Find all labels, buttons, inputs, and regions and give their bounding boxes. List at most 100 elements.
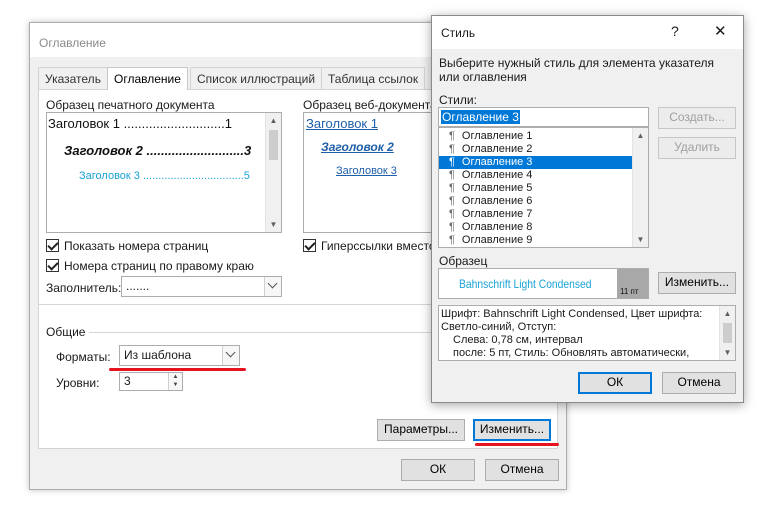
chevron-down-icon [225, 347, 236, 358]
style-list-item-label: Оглавление 5 [461, 182, 533, 194]
levels-value: 3 [124, 374, 131, 388]
levels-stepper[interactable]: ▲ ▼ [168, 373, 182, 390]
style-list-item[interactable]: ¶ Оглавление 9 [439, 234, 632, 247]
preview-label: Образец [439, 254, 488, 268]
description-line-4: после: 5 пт, Стиль: Обновлять автоматиче… [453, 347, 690, 359]
style-list-item[interactable]: ¶ Оглавление 5 [439, 182, 632, 195]
general-label: Общие [46, 325, 86, 339]
red-annotation-modify [475, 443, 559, 446]
tab-leader-select[interactable]: ....... [121, 276, 282, 297]
style-description: Шрифт: Bahnschrift Light Condensed, Цвет… [438, 305, 736, 361]
tab-leader-dropdown[interactable] [264, 277, 281, 296]
preview-heading-2: Заголовок 2 ...........................3 [64, 143, 252, 158]
styles-label: Стили: [439, 93, 477, 107]
tab-leader-value: ....... [126, 279, 150, 293]
style-instruction: Выберите нужный стиль для элемента указа… [439, 56, 715, 84]
pilcrow-icon: ¶ [449, 156, 455, 168]
formats-label: Форматы: [56, 350, 111, 364]
style-list-item-label: Оглавление 6 [461, 195, 533, 207]
levels-spinner[interactable]: 3 ▲ ▼ [119, 372, 183, 391]
create-style-button[interactable]: Создать... [658, 107, 736, 129]
pilcrow-icon: ¶ [449, 195, 455, 207]
tab-figures[interactable]: Список иллюстраций [190, 67, 323, 89]
scroll-down-icon[interactable]: ▼ [633, 232, 648, 247]
formats-dropdown[interactable] [222, 346, 239, 365]
preview-heading-1: Заголовок 1 ............................… [48, 116, 232, 131]
scroll-down-icon[interactable]: ▼ [266, 217, 281, 232]
styles-scrollbar[interactable]: ▲ ▼ [632, 128, 648, 247]
style-list-item[interactable]: ¶ Оглавление 2 [439, 143, 632, 156]
style-list-item[interactable]: ¶ Оглавление 1 [439, 130, 632, 143]
modify-button[interactable]: Изменить... [473, 419, 551, 441]
style-ok-button[interactable]: ОК [578, 372, 652, 394]
style-list-item-label: Оглавление 3 [461, 156, 533, 168]
tab-authorities[interactable]: Таблица ссылок [321, 67, 426, 89]
tab-toc[interactable]: Оглавление [107, 67, 188, 90]
style-dialog-title: Стиль [441, 26, 476, 40]
chevron-down-icon [267, 278, 278, 289]
web-heading-2[interactable]: Заголовок 2 [321, 140, 394, 154]
style-titlebar: Стиль ? ✕ [432, 16, 743, 49]
style-name-input[interactable]: Оглавление 3 [438, 107, 649, 127]
style-modify-button[interactable]: Изменить... [658, 272, 736, 294]
styles-list-items: ¶ Оглавление 1 ¶ Оглавление 2 ¶ Оглавление 3 ¶… [439, 130, 632, 247]
style-list-item[interactable]: ¶ Оглавление 7 [439, 208, 632, 221]
close-icon[interactable]: ✕ [714, 22, 727, 40]
cancel-button[interactable]: Отмена [485, 459, 559, 481]
print-preview-box: Заголовок 1 ............................… [46, 112, 282, 233]
show-page-numbers-checkbox[interactable] [46, 239, 59, 252]
preview-size-badge: 11 пт [617, 269, 648, 298]
preview-size: 11 пт [620, 287, 639, 296]
web-heading-1[interactable]: Заголовок 1 [306, 116, 378, 131]
description-line-2: Светло-синий, Отступ: [441, 321, 557, 333]
scroll-down-icon[interactable]: ▼ [720, 345, 735, 360]
scroll-thumb[interactable] [269, 130, 278, 160]
scroll-up-icon[interactable]: ▲ [266, 113, 281, 128]
style-list-item-label: Оглавление 1 [461, 130, 533, 142]
right-align-label: Номера страниц по правому краю [64, 259, 254, 273]
levels-label: Уровни: [56, 376, 100, 390]
style-list-item-label: Оглавление 9 [461, 234, 533, 246]
web-heading-3[interactable]: Заголовок 3 [336, 165, 397, 177]
description-line-3: Слева: 0,78 см, интервал [453, 334, 583, 346]
hyperlinks-checkbox[interactable] [303, 239, 316, 252]
pilcrow-icon: ¶ [449, 169, 455, 181]
pilcrow-icon: ¶ [449, 143, 455, 155]
tab-leader-label: Заполнитель: [46, 281, 122, 295]
delete-style-button[interactable]: Удалить [658, 137, 736, 159]
options-button[interactable]: Параметры... [377, 419, 465, 441]
tab-index[interactable]: Указатель [38, 67, 108, 89]
formats-value: Из шаблона [124, 348, 192, 362]
style-dialog: Стиль ? ✕ Выберите нужный стиль для элем… [431, 15, 744, 403]
scroll-up-icon[interactable]: ▲ [720, 306, 735, 321]
style-list-item-label: Оглавление 7 [461, 208, 533, 220]
styles-list[interactable]: ¶ Оглавление 1 ¶ Оглавление 2 ¶ Оглавление 3 ¶… [438, 127, 649, 248]
help-icon[interactable]: ? [671, 23, 679, 39]
spin-down-icon[interactable]: ▼ [169, 381, 182, 389]
style-list-item-label: Оглавление 8 [461, 221, 533, 233]
style-preview-box: Bahnschrift Light Condensed 11 пт [438, 268, 649, 299]
pilcrow-icon: ¶ [449, 208, 455, 220]
toc-dialog-title: Оглавление [39, 36, 106, 50]
style-list-item[interactable]: ¶ Оглавление 6 [439, 195, 632, 208]
formats-select[interactable]: Из шаблона [119, 345, 240, 366]
scroll-up-icon[interactable]: ▲ [633, 128, 648, 143]
spin-up-icon[interactable]: ▲ [169, 373, 182, 381]
style-list-item-label: Оглавление 2 [461, 143, 533, 155]
right-align-checkbox[interactable] [46, 259, 59, 272]
style-preview-text: Bahnschrift Light Condensed [459, 277, 592, 291]
description-line-1: Шрифт: Bahnschrift Light Condensed, Цвет… [441, 308, 703, 320]
red-annotation-formats [109, 368, 246, 371]
style-list-item-label: Оглавление 4 [461, 169, 533, 181]
style-list-item[interactable]: ¶ Оглавление 4 [439, 169, 632, 182]
pilcrow-icon: ¶ [449, 234, 455, 246]
description-scrollbar[interactable]: ▲ ▼ [719, 306, 735, 360]
print-preview-label: Образец печатного документа [46, 98, 215, 112]
web-preview-label: Образец веб-документа [303, 98, 437, 112]
ok-button[interactable]: ОК [401, 459, 475, 481]
style-cancel-button[interactable]: Отмена [662, 372, 736, 394]
scroll-thumb[interactable] [723, 323, 732, 343]
style-list-item[interactable]: ¶ Оглавление 3 [439, 156, 632, 169]
style-list-item[interactable]: ¶ Оглавление 8 [439, 221, 632, 234]
print-preview-scrollbar[interactable]: ▲ ▼ [265, 113, 281, 232]
